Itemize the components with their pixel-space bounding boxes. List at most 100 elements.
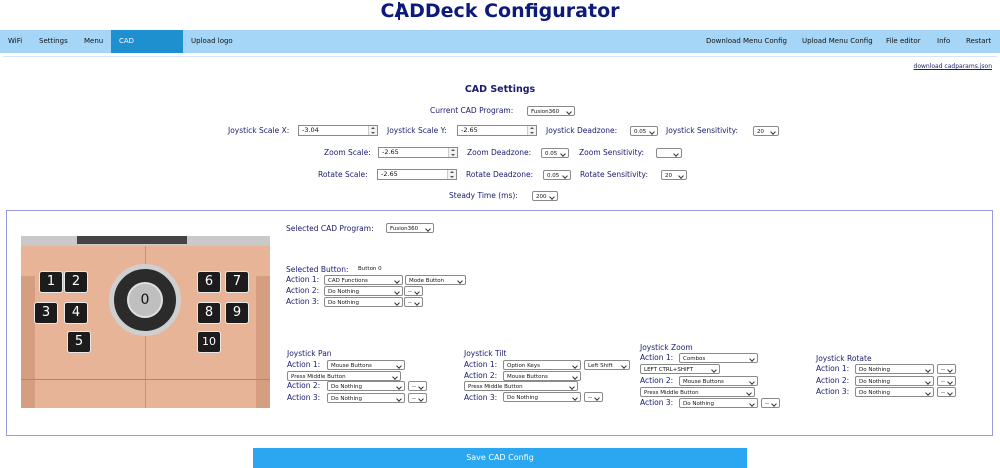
device-key-4[interactable]: 4 xyxy=(64,302,88,324)
button-action3-select[interactable]: Do Nothing xyxy=(324,297,403,307)
steady-time-label: Steady Time (ms): xyxy=(449,191,518,200)
zoom-sensitivity-select[interactable] xyxy=(656,148,682,158)
selected-program-select[interactable]: Fusion360 xyxy=(386,223,434,233)
device-key-0[interactable]: 0 xyxy=(127,282,163,318)
device-key-7[interactable]: 7 xyxy=(225,271,249,293)
rotate-action1-select[interactable]: Do Nothing xyxy=(855,364,934,374)
nav-info[interactable]: Info xyxy=(929,30,958,53)
zoom-scale-value: -2.65 xyxy=(382,148,399,156)
selected-program-label: Selected CAD Program: xyxy=(286,224,374,233)
zoom-action1-select[interactable]: Combos xyxy=(679,353,758,363)
button-action2-value-select[interactable]: -- xyxy=(404,286,423,296)
download-cadparams-link[interactable]: download cadparams.json xyxy=(914,63,992,70)
device-key-8[interactable]: 8 xyxy=(197,302,221,324)
rotate-action2-select[interactable]: Do Nothing xyxy=(855,376,934,386)
nav-restart[interactable]: Restart xyxy=(958,30,999,53)
tilt-action1-select[interactable]: Option Keys xyxy=(503,360,581,370)
tilt-action2-select[interactable]: Mouse Buttons xyxy=(503,371,581,381)
selected-button-label: Selected Button: xyxy=(286,265,349,274)
joy-scale-x-value: -3.04 xyxy=(302,126,319,134)
tilt-action3-value-select[interactable]: -- xyxy=(584,392,603,402)
zoom-scale-label: Zoom Scale: xyxy=(324,148,371,157)
tilt-action1-label: Action 1: xyxy=(464,360,498,369)
nav-upload-menu-config[interactable]: Upload Menu Config xyxy=(794,30,881,53)
page-title: CADDeck Configurator xyxy=(380,0,620,22)
rotate-action2-value-select[interactable]: -- xyxy=(937,376,956,386)
selected-button-value: Button 0 xyxy=(358,266,382,272)
joy-sensitivity-select[interactable]: 20 xyxy=(753,126,779,136)
current-program-select[interactable]: Fusion360 xyxy=(527,106,575,116)
pan-action1-select[interactable]: Mouse Buttons xyxy=(327,360,405,370)
nav-file-editor[interactable]: File editor xyxy=(878,30,929,53)
tilt-action2-sub-select[interactable]: Press Middle Button xyxy=(464,381,578,391)
zoom-action2-select[interactable]: Mouse Buttons xyxy=(679,376,758,386)
rotate-action3-label: Action 3: xyxy=(816,387,850,396)
rotate-action1-label: Action 1: xyxy=(816,364,850,373)
pan-action1-sub-select[interactable]: Press Middle Button xyxy=(287,371,401,381)
device-key-9[interactable]: 9 xyxy=(225,302,249,324)
spinner-icon[interactable] xyxy=(368,126,377,135)
button-action2-label: Action 2: xyxy=(286,286,320,295)
device-key-10[interactable]: 10 xyxy=(197,331,221,353)
rotate-sensitivity-label: Rotate Sensitivity: xyxy=(580,170,648,179)
rotate-action1-value-select[interactable]: -- xyxy=(937,364,956,374)
rotate-action3-value-select[interactable]: -- xyxy=(937,387,956,397)
pan-action1-label: Action 1: xyxy=(287,360,321,369)
button-action2-select[interactable]: Do Nothing xyxy=(324,286,403,296)
nav-download-menu-config[interactable]: Download Menu Config xyxy=(698,30,795,53)
device-key-1[interactable]: 1 xyxy=(39,271,63,293)
zoom-action3-select[interactable]: Do Nothing xyxy=(679,398,758,408)
zoom-action3-label: Action 3: xyxy=(640,398,674,407)
nav-wifi[interactable]: WiFi xyxy=(0,30,30,53)
button-action3-label: Action 3: xyxy=(286,297,320,306)
device-grip-left xyxy=(21,276,35,408)
save-cad-config-button[interactable]: Save CAD Config xyxy=(253,448,747,468)
device-key-5[interactable]: 5 xyxy=(67,331,91,353)
rotate-scale-input[interactable]: -2.65 xyxy=(377,169,457,180)
rotate-action3-select[interactable]: Do Nothing xyxy=(855,387,934,397)
nav-settings[interactable]: Settings xyxy=(31,30,76,53)
pan-action3-select[interactable]: Do Nothing xyxy=(327,393,405,403)
tilt-action3-select[interactable]: Do Nothing xyxy=(503,392,581,402)
pan-action2-value-select[interactable]: -- xyxy=(408,381,427,391)
pan-action3-value-select[interactable]: -- xyxy=(408,393,427,403)
button-action3-value-select[interactable]: -- xyxy=(404,297,423,307)
zoom-action3-value-select[interactable]: -- xyxy=(761,398,780,408)
rotate-sensitivity-select[interactable]: 20 xyxy=(661,170,687,180)
device-key-3[interactable]: 3 xyxy=(34,302,58,324)
zoom-action2-label: Action 2: xyxy=(640,376,674,385)
joystick-pan-title: Joystick Pan xyxy=(287,349,332,358)
nav-menu[interactable]: Menu xyxy=(76,30,111,53)
spinner-icon[interactable] xyxy=(448,148,457,157)
device-key-6[interactable]: 6 xyxy=(197,271,221,293)
button-action1-label: Action 1: xyxy=(286,275,320,284)
joy-scale-x-label: Joystick Scale X: xyxy=(228,126,290,135)
spinner-icon[interactable] xyxy=(447,170,456,179)
button-action1-value-select[interactable]: Mode Button xyxy=(405,275,466,285)
rotate-deadzone-select[interactable]: 0.05 xyxy=(543,170,571,180)
tilt-action1-value-select[interactable]: Left Shift xyxy=(584,360,630,370)
device-image: 1 2 3 4 5 6 7 8 9 10 0 xyxy=(21,236,270,408)
spinner-icon[interactable] xyxy=(527,126,536,135)
joy-deadzone-label: Joystick Deadzone: xyxy=(546,126,618,135)
pan-action2-select[interactable]: Do Nothing xyxy=(327,381,405,391)
button-action1-select[interactable]: CAD Functions xyxy=(324,275,403,285)
zoom-action1-sub-select[interactable]: LEFT CTRL+SHIFT xyxy=(640,364,720,374)
nav-cad-parameters[interactable]: CAD Parameters xyxy=(111,30,183,68)
joy-scale-y-label: Joystick Scale Y: xyxy=(387,126,447,135)
nav-upload-logo[interactable]: Upload logo xyxy=(183,30,241,53)
joystick-tilt-title: Joystick Tilt xyxy=(464,349,507,358)
steady-time-select[interactable]: 200 xyxy=(532,191,558,201)
joystick-rotate-title: Joystick Rotate xyxy=(816,354,872,363)
zoom-scale-input[interactable]: -2.65 xyxy=(378,147,458,158)
device-key-2[interactable]: 2 xyxy=(64,271,88,293)
zoom-deadzone-select[interactable]: 0.05 xyxy=(541,148,569,158)
rotate-scale-value: -2.65 xyxy=(381,170,398,178)
zoom-action1-label: Action 1: xyxy=(640,353,674,362)
zoom-action2-sub-select[interactable]: Press Middle Button xyxy=(640,387,755,397)
pan-action2-label: Action 2: xyxy=(287,381,321,390)
joy-deadzone-select[interactable]: 0.05 xyxy=(630,126,658,136)
cad-settings-title: CAD Settings xyxy=(464,84,536,95)
joy-scale-x-input[interactable]: -3.04 xyxy=(298,125,378,136)
joy-scale-y-input[interactable]: -2.65 xyxy=(457,125,537,136)
